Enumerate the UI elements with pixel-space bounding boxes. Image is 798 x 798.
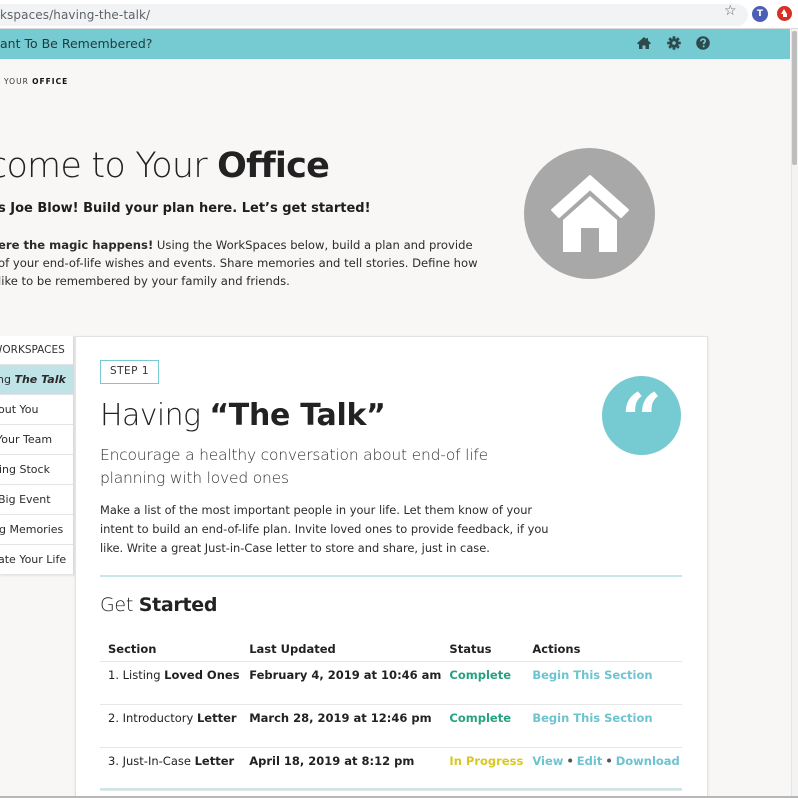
view-link[interactable]: View (532, 754, 563, 768)
sidebar-item-your-team[interactable]: Your Team (0, 425, 73, 455)
sidebar-item-label: ing Stock (0, 463, 50, 476)
breadcrumb-current: OFFICE (32, 77, 69, 86)
column-header-actions: Actions (524, 637, 682, 662)
sidebar-item-label: out You (0, 403, 39, 416)
welcome-description-line: Using the WorkSpaces below, build a plan… (153, 238, 473, 252)
status-badge: In Progress (449, 753, 524, 768)
table-row: 3. Just-In-Case Letter April 18, 2019 at… (100, 747, 682, 791)
workspace-card: STEP 1 Having “The Talk” Encourage a hea… (75, 336, 708, 798)
welcome-subtitle: s Joe Blow! Build your plan here. Let’s … (0, 201, 371, 216)
page-title-bold: Office (217, 146, 330, 186)
section-name-cell: 3. Just-In-Case Letter (100, 747, 242, 791)
house-icon (551, 175, 629, 252)
sidebar-item-label-emphasis: The Talk (14, 373, 66, 386)
begin-section-link[interactable]: Begin This Section (532, 711, 652, 725)
section-name-bold: Letter (194, 753, 235, 768)
actions-cell: View • Edit • Download (524, 747, 682, 791)
column-header-section: Section (100, 637, 242, 662)
workspace-description-line: like. Write a great Just-in-Case letter … (100, 541, 490, 555)
column-header-last-updated: Last Updated (241, 637, 442, 662)
office-home-badge (524, 148, 655, 279)
workspace-subtitle: Encourage a healthy conversation about e… (100, 446, 488, 487)
page-title-light: come to Your (0, 146, 218, 186)
gear-icon[interactable] (666, 35, 682, 51)
table-bottom-divider (100, 788, 682, 790)
sidebar-header: WORKSPACES (0, 336, 73, 365)
sidebar-item-big-event[interactable]: Big Event (0, 485, 73, 515)
sidebar-item-celebrate-your-life[interactable]: ate Your Life (0, 545, 73, 575)
workspace-description-line: intent to build an end-of-life plan. Inv… (100, 522, 549, 536)
sidebar-item-about-you[interactable]: out You (0, 395, 73, 425)
last-updated-cell: February 4, 2019 at 10:46 am (241, 661, 442, 705)
step-badge: STEP 1 (100, 360, 159, 384)
extension-icon[interactable] (777, 6, 792, 21)
table-row: 2. Introductory Letter March 28, 2019 at… (100, 704, 682, 748)
welcome-description-line: of your end-of-life wishes and events. S… (0, 256, 478, 270)
edit-link[interactable]: Edit (577, 754, 603, 768)
home-icon[interactable] (636, 35, 652, 51)
bookmark-star-icon[interactable]: ☆ (724, 3, 737, 19)
sidebar-item-label: ate Your Life (0, 553, 67, 566)
begin-section-link[interactable]: Begin This Section (532, 668, 652, 682)
workspace-description-line: Make a list of the most important people… (100, 503, 533, 517)
status-cell: In Progress (441, 747, 525, 791)
section-name-cell: 2. Introductory Letter (100, 704, 242, 748)
get-started-title-light: Get (100, 594, 139, 616)
last-updated-cell: April 18, 2019 at 8:12 pm (241, 747, 442, 791)
sidebar-item-label: Your Team (0, 433, 53, 446)
table-row: 1. Listing Loved Ones February 4, 2019 a… (100, 661, 682, 705)
workspace-title-bold: “The Talk” (209, 398, 386, 433)
sidebar-item-label: g Memories (0, 523, 64, 536)
welcome-description-line: like to be remembered by your family and… (0, 274, 290, 288)
sidebar-item-having-the-talk[interactable]: ng The Talk (0, 365, 73, 395)
section-name-cell: 1. Listing Loved Ones (100, 661, 242, 705)
get-started-title-bold: Started (138, 594, 218, 616)
status-cell: Complete (441, 661, 525, 705)
sidebar-item-label: Big Event (0, 493, 51, 506)
action-separator: • (605, 753, 613, 768)
section-name-bold: Letter (196, 710, 237, 725)
quote-badge: “ (602, 376, 681, 459)
action-separator: • (566, 753, 574, 768)
workspace-description: Make a list of the most important people… (100, 501, 549, 558)
get-started-title: Get Started (100, 594, 217, 616)
url-text[interactable]: kspaces/having-the-talk/ (0, 8, 150, 22)
section-divider (100, 575, 682, 577)
section-name-prefix: 2. Introductory (108, 710, 197, 725)
page-title: come to Your Office (0, 146, 330, 186)
actions-cell: Begin This Section (524, 661, 682, 705)
workspace-title: Having “The Talk” (100, 398, 386, 433)
breadcrumb: YOUR OFFICE (4, 77, 68, 86)
sidebar-item-memories[interactable]: g Memories (0, 515, 73, 545)
status-badge: Complete (449, 710, 512, 725)
profile-avatar-icon[interactable]: T (752, 6, 768, 22)
breadcrumb-prefix: YOUR (4, 77, 29, 86)
quote-icon: “ (620, 377, 663, 462)
workspace-title-light: Having (100, 398, 210, 433)
workspaces-sidebar: WORKSPACES ng The Talk out You Your Team… (0, 336, 74, 575)
help-icon[interactable] (695, 35, 711, 51)
column-header-status: Status (441, 637, 525, 662)
welcome-description: ere the magic happens! Using the WorkSpa… (0, 236, 478, 290)
app-header-bar: ant To Be Remembered? (0, 29, 790, 59)
browser-toolbar: kspaces/having-the-talk/ ☆ T (0, 0, 798, 29)
status-badge: Complete (449, 667, 512, 682)
address-bar[interactable]: kspaces/having-the-talk/ (0, 4, 748, 26)
sections-table: Section Last Updated Status Actions 1. L… (100, 637, 682, 791)
table-header-row: Section Last Updated Status Actions (100, 637, 682, 662)
welcome-description-bold: ere the magic happens! (0, 238, 154, 252)
app-header-title[interactable]: ant To Be Remembered? (0, 36, 152, 51)
status-cell: Complete (441, 704, 525, 748)
section-name-prefix: 3. Just-In-Case (108, 753, 195, 768)
actions-cell: Begin This Section (524, 704, 682, 748)
section-name-bold: Loved Ones (164, 667, 240, 682)
sidebar-item-label: ng (0, 373, 11, 386)
download-link[interactable]: Download (616, 754, 680, 768)
sidebar-item-taking-stock[interactable]: ing Stock (0, 455, 73, 485)
section-name-prefix: 1. Listing (108, 667, 165, 682)
last-updated-cell: March 28, 2019 at 12:46 pm (241, 704, 442, 748)
page-scrollbar-thumb[interactable] (792, 31, 797, 165)
